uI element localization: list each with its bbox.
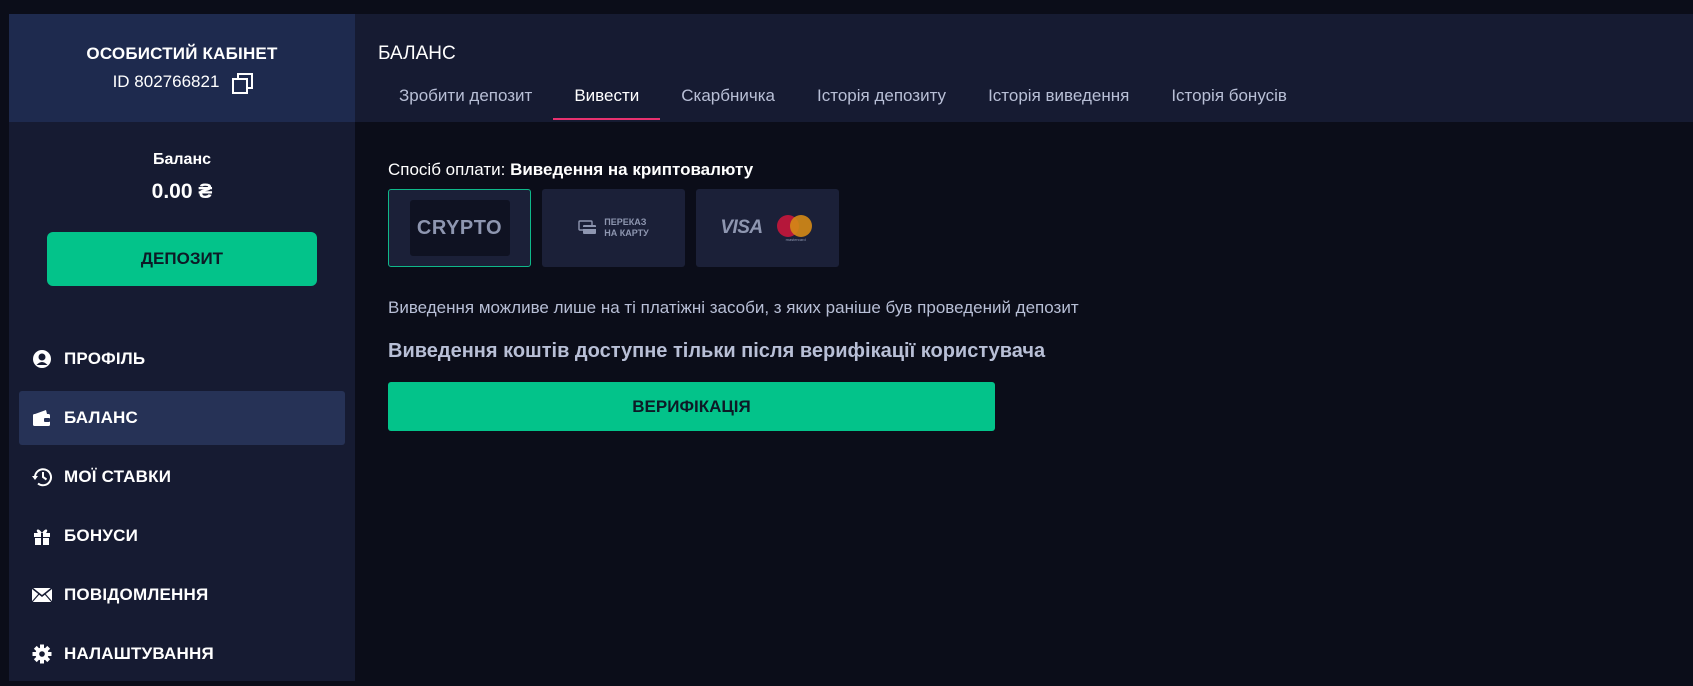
- sidebar-item-balance[interactable]: БАЛАНС: [19, 391, 345, 445]
- page-title: БАЛАНС: [378, 43, 456, 64]
- payment-option-crypto[interactable]: CRYPTO: [388, 189, 531, 267]
- sidebar-item-my-bets[interactable]: МОЇ СТАВКИ: [19, 450, 345, 504]
- tab-piggy-bank[interactable]: Скарбничка: [660, 78, 796, 122]
- deposit-button[interactable]: ДЕПОЗИТ: [47, 232, 317, 286]
- envelope-icon: [31, 584, 53, 606]
- mastercard-wordmark: mastercard: [785, 237, 806, 242]
- verification-warning: Виведення коштів доступне тільки після в…: [388, 340, 1046, 362]
- balance-tabs: Зробити депозит Вивести Скарбничка Істор…: [378, 78, 1308, 122]
- payment-method-line: Спосіб оплати: Виведення на криптовалюту: [388, 160, 753, 180]
- mastercard-logo: mastercard: [776, 215, 815, 242]
- user-id: ID 802766821: [112, 72, 220, 91]
- crypto-logo: CRYPTO: [409, 200, 510, 256]
- sidebar-item-messages[interactable]: ПОВІДОМЛЕННЯ: [19, 568, 345, 622]
- sidebar-item-settings[interactable]: НАЛАШТУВАННЯ: [19, 627, 345, 681]
- verification-button[interactable]: ВЕРИФІКАЦІЯ: [388, 382, 995, 431]
- sidebar-item-profile[interactable]: ПРОФІЛЬ: [19, 332, 345, 386]
- tab-bonus-history[interactable]: Історія бонусів: [1150, 78, 1308, 122]
- gear-icon: [31, 643, 53, 665]
- history-icon: [31, 466, 53, 488]
- gift-icon: [31, 525, 53, 547]
- sidebar-item-label: БАЛАНС: [64, 408, 139, 427]
- sidebar-item-bonuses[interactable]: БОНУСИ: [19, 509, 345, 563]
- sidebar-item-label: БОНУСИ: [64, 526, 138, 545]
- copy-icon[interactable]: [231, 72, 254, 94]
- tab-make-deposit[interactable]: Зробити депозит: [378, 78, 553, 122]
- tab-withdraw[interactable]: Вивести: [553, 78, 661, 122]
- cabinet-title: ОСОБИСТИЙ КАБІНЕТ: [86, 44, 278, 63]
- profile-icon: [31, 348, 53, 370]
- sidebar-item-label: ПОВІДОМЛЕННЯ: [64, 585, 209, 604]
- visa-mastercard-logo: VISA mastercard: [720, 215, 815, 242]
- card-transfer-logo: ПЕРЕКАЗ НА КАРТУ: [578, 217, 649, 239]
- tab-withdrawal-history[interactable]: Історія виведення: [967, 78, 1150, 122]
- card-transfer-line2: НА КАРТУ: [604, 228, 649, 238]
- sidebar-item-label: ПРОФІЛЬ: [64, 349, 146, 368]
- wallet-icon: [31, 407, 53, 429]
- sidebar-nav: ПРОФІЛЬ БАЛАНС МОЇ СТАВКИ БОНУСИ ПОВІДОМ…: [19, 332, 345, 686]
- payment-method-label: Спосіб оплати:: [388, 160, 506, 179]
- sidebar: ОСОБИСТИЙ КАБІНЕТ ID 802766821 Баланс 0.…: [9, 14, 355, 681]
- visa-logo: VISA: [720, 217, 763, 238]
- card-transfer-icon: [578, 220, 597, 234]
- payment-methods: CRYPTO ПЕРЕКАЗ НА КАРТУ VISA mastercard: [388, 189, 839, 267]
- sidebar-item-label: МОЇ СТАВКИ: [64, 467, 172, 486]
- cabinet-header: ОСОБИСТИЙ КАБІНЕТ ID 802766821: [9, 14, 355, 122]
- app-root: ОСОБИСТИЙ КАБІНЕТ ID 802766821 Баланс 0.…: [0, 0, 1693, 681]
- payment-method-value: Виведення на криптовалюту: [510, 160, 754, 179]
- balance-label: Баланс: [152, 151, 212, 168]
- payment-option-card-transfer[interactable]: ПЕРЕКАЗ НА КАРТУ: [542, 189, 685, 267]
- tab-deposit-history[interactable]: Історія депозиту: [796, 78, 967, 122]
- balance-value: 0.00 ₴: [151, 180, 213, 203]
- top-strip: [0, 0, 1693, 14]
- payment-option-visa-mastercard[interactable]: VISA mastercard: [696, 189, 839, 267]
- main-header: БАЛАНС Зробити депозит Вивести Скарбничк…: [355, 14, 1693, 122]
- card-transfer-line1: ПЕРЕКАЗ: [604, 217, 647, 227]
- main-panel: БАЛАНС Зробити депозит Вивести Скарбничк…: [355, 14, 1693, 681]
- sidebar-item-label: НАЛАШТУВАННЯ: [64, 644, 214, 663]
- withdrawal-note: Виведення можливе лише на ті платіжні за…: [388, 298, 1079, 317]
- user-id-row: ID 802766821: [9, 72, 355, 94]
